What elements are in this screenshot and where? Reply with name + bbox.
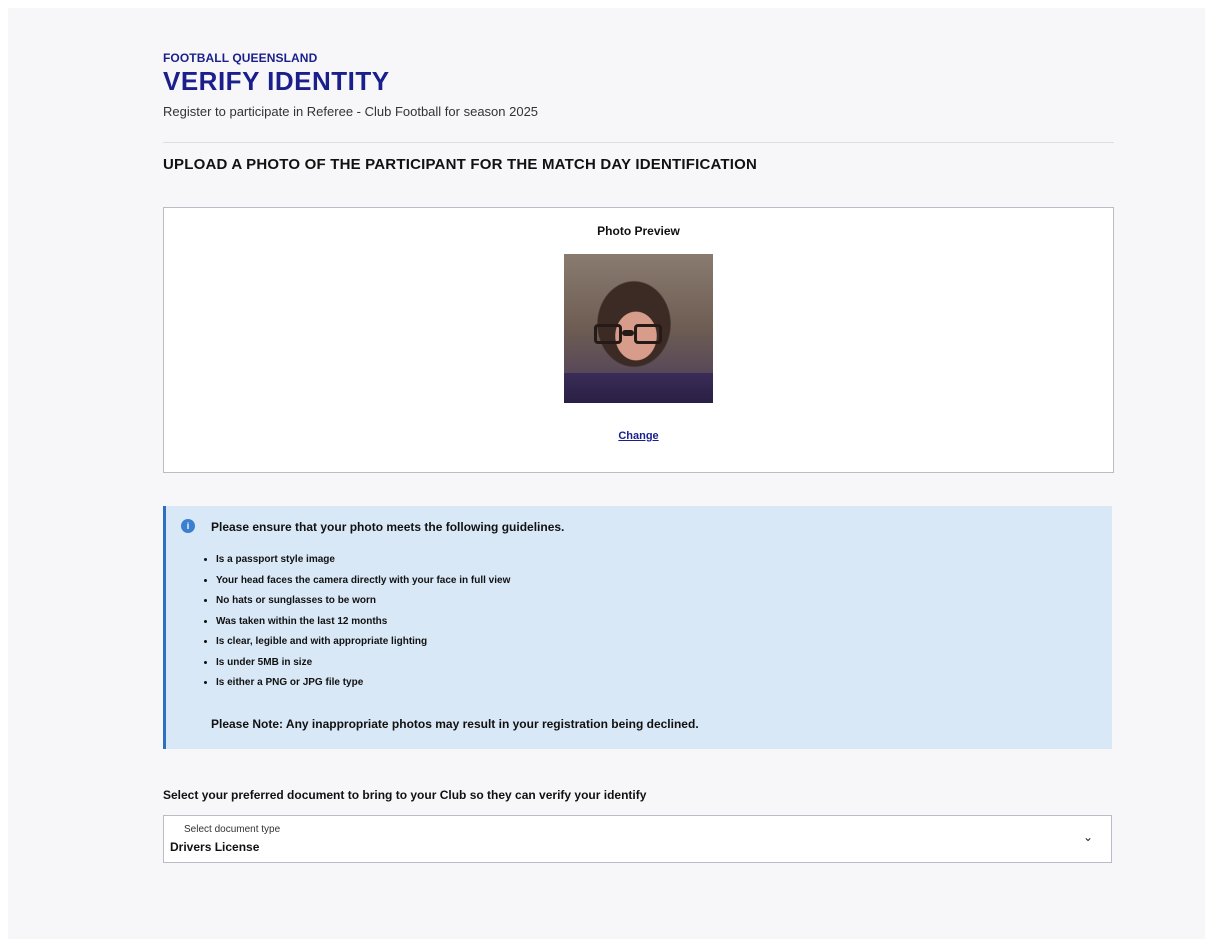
list-item: Your head faces the camera directly with… (216, 575, 510, 596)
list-item: Is a passport style image (216, 554, 510, 575)
select-caption: Select document type (184, 824, 281, 835)
page-frame: FOOTBALL QUEENSLAND VERIFY IDENTITY Regi… (8, 8, 1205, 939)
guidelines-list: Is a passport style image Your head face… (204, 554, 510, 698)
guidelines-heading: Please ensure that your photo meets the … (211, 520, 565, 534)
info-icon: i (181, 519, 195, 533)
list-item: Was taken within the last 12 months (216, 616, 510, 637)
chevron-down-icon[interactable]: ⌄ (1083, 830, 1093, 844)
list-item: Is either a PNG or JPG file type (216, 677, 510, 698)
photo-shirt (564, 373, 713, 403)
page-title: VERIFY IDENTITY (163, 66, 390, 96)
photo-glasses (594, 324, 666, 346)
select-value: Drivers License (170, 840, 260, 854)
photo-preview-label: Photo Preview (597, 224, 680, 238)
header-divider (163, 142, 1114, 143)
section-heading: UPLOAD A PHOTO OF THE PARTICIPANT FOR TH… (163, 156, 758, 173)
document-type-select[interactable]: Select document type Drivers License ⌄ (163, 815, 1112, 863)
list-item: Is under 5MB in size (216, 657, 510, 678)
page-subtitle: Register to participate in Referee - Clu… (163, 104, 539, 119)
participant-photo (564, 254, 713, 403)
list-item: No hats or sunglasses to be worn (216, 595, 510, 616)
org-name: FOOTBALL QUEENSLAND (163, 51, 318, 65)
photo-preview-box: Photo Preview Change (163, 207, 1114, 473)
document-label: Select your preferred document to bring … (163, 788, 647, 802)
guidelines-box: i Please ensure that your photo meets th… (163, 506, 1112, 749)
list-item: Is clear, legible and with appropriate l… (216, 636, 510, 657)
guidelines-note: Please Note: Any inappropriate photos ma… (211, 717, 699, 731)
change-photo-link[interactable]: Change (164, 430, 1113, 442)
